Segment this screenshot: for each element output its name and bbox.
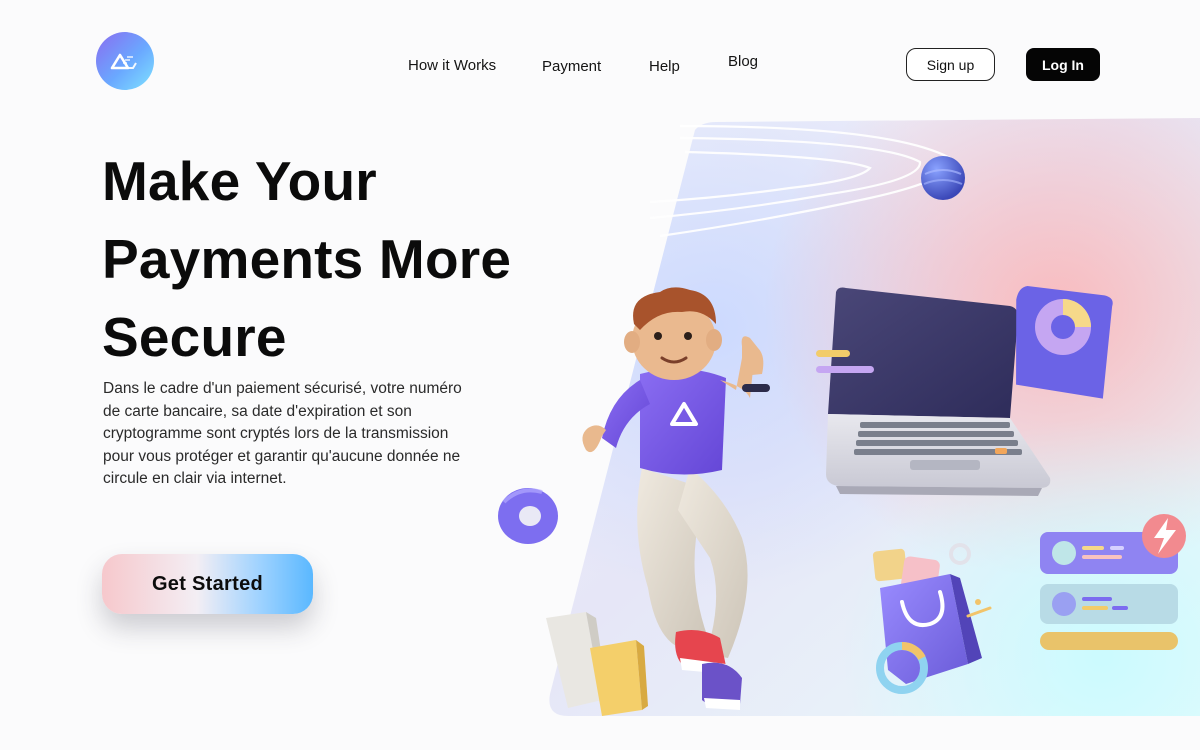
nav-link-blog[interactable]: Blog [728, 53, 758, 70]
donut-icon [498, 488, 558, 544]
brand-logo-icon [110, 53, 137, 70]
lightning-icon [1142, 514, 1186, 558]
signup-button[interactable]: Sign up [906, 48, 995, 81]
hero-illustration [498, 118, 1200, 716]
nav-link-help[interactable]: Help [649, 58, 680, 75]
sphere-icon [921, 156, 965, 200]
nav-link-payment[interactable]: Payment [542, 58, 601, 75]
get-started-button[interactable]: Get Started [102, 554, 313, 614]
brand-logo[interactable] [96, 32, 154, 90]
nav-link-how-it-works[interactable]: How it Works [408, 57, 496, 74]
hero-description: Dans le cadre d'un paiement sécurisé, vo… [103, 380, 462, 488]
login-button[interactable]: Log In [1026, 48, 1100, 81]
